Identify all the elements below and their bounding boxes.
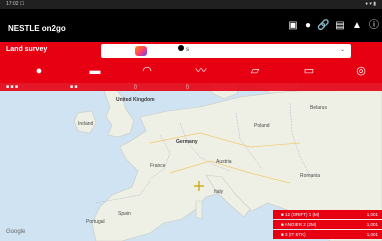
- map-label-poland: Poland: [254, 123, 270, 129]
- info-strip-item[interactable]: ■ ■: [70, 83, 77, 91]
- arc-tool-icon[interactable]: ◠: [138, 63, 156, 80]
- map-label-austria: Austria: [216, 159, 232, 165]
- map-label-portugal: Portugal: [86, 219, 105, 225]
- app-logo-icon: [135, 46, 147, 56]
- map-label-italy: Italy: [214, 189, 224, 195]
- legend-panel: ■ 12 (DRIFT) 1 (M) 1,001 ■ ANGIER 2 (2M)…: [273, 210, 382, 241]
- map-label-romania: Romania: [300, 173, 321, 179]
- document-icon[interactable]: ▣: [287, 20, 299, 32]
- map-label-spain: Spain: [118, 211, 131, 217]
- legend-label: ■ 3 (IT STK): [281, 232, 306, 237]
- survey-select[interactable]: s ⌄: [101, 44, 351, 58]
- target-tool-icon[interactable]: ◎: [352, 63, 370, 80]
- status-indicators: ♦ ▾ ▮: [365, 1, 376, 7]
- legend-value: 1,001: [366, 212, 378, 217]
- info-strip-item[interactable]: ▯: [134, 83, 137, 91]
- map-label-germany: Germany: [176, 139, 198, 145]
- survey-bar: Land survey s ⌄: [0, 42, 382, 60]
- map-label-ireland: Ireland: [78, 121, 94, 127]
- legend-row[interactable]: ■ 3 (IT STK) 1,001: [273, 230, 382, 239]
- chevron-down-icon[interactable]: ⌄: [340, 46, 345, 53]
- status-bar: 17:02 ☐ ♦ ▾ ▮: [0, 0, 382, 9]
- legend-row[interactable]: ■ 12 (DRIFT) 1 (M) 1,001: [273, 210, 382, 219]
- info-icon[interactable]: ⓘ: [368, 20, 380, 32]
- legend-label: ■ ANGIER 2 (2M): [281, 222, 317, 227]
- survey-label: Land survey: [6, 46, 48, 53]
- map-info-strip: ■ ■ ■ ■ ■ ▯ ▯: [0, 83, 382, 91]
- line-tool-icon[interactable]: ▬: [86, 63, 104, 80]
- map-label-united-kingdom: United Kingdom: [116, 97, 155, 103]
- drawing-toolbar: ● ▬ ◠ 〰 ▱ ▭ ◎: [0, 60, 382, 83]
- legend-label: ■ 12 (DRIFT) 1 (M): [281, 212, 320, 217]
- cursor-dot-icon: [178, 45, 184, 51]
- map-label-belarus: Belarus: [310, 105, 327, 111]
- legend-value: 1,001: [366, 232, 378, 237]
- comment-tool-icon[interactable]: ▭: [300, 63, 318, 80]
- app-header: NESTLE on2go ▣ ● 🔗 ▤ ▲ ⓘ: [0, 9, 382, 42]
- survey-selected-value: s: [186, 47, 189, 53]
- map-label-france: France: [150, 163, 166, 169]
- legend-value: 1,001: [366, 222, 378, 227]
- freehand-tool-icon[interactable]: 〰: [192, 63, 210, 80]
- status-time: 17:02 ☐: [6, 1, 25, 7]
- app-title: NESTLE on2go: [8, 24, 66, 33]
- link-icon[interactable]: 🔗: [317, 20, 329, 32]
- google-attribution-logo: Google: [6, 229, 26, 235]
- briefcase-icon[interactable]: ▤: [334, 20, 346, 32]
- dot-icon[interactable]: ●: [302, 20, 314, 32]
- point-tool-icon[interactable]: ●: [30, 63, 48, 80]
- info-strip-item[interactable]: ■ ■ ■: [6, 83, 18, 91]
- polygon-tool-icon[interactable]: ▱: [246, 63, 264, 80]
- info-strip-item[interactable]: ▯: [186, 83, 189, 91]
- person-icon[interactable]: ▲: [351, 20, 363, 32]
- legend-row[interactable]: ■ ANGIER 2 (2M) 1,001: [273, 220, 382, 229]
